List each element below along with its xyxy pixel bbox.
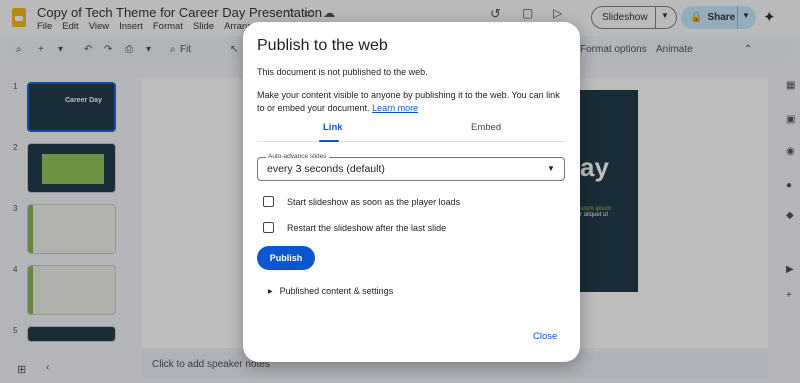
auto-advance-label: Auto-advance slides	[266, 153, 329, 160]
dialog-title: Publish to the web	[257, 37, 388, 54]
auto-advance-select[interactable]: Auto-advance slides every 3 seconds (def…	[257, 153, 565, 181]
learn-more-link[interactable]: Learn more	[372, 103, 418, 113]
tab-link[interactable]: Link	[323, 122, 343, 133]
published-settings-toggle[interactable]: ▶ Published content & settings	[268, 286, 393, 296]
publish-tabs: Link Embed	[257, 118, 565, 142]
start-on-load-checkbox[interactable]	[263, 196, 274, 207]
restart-checkbox[interactable]	[263, 222, 274, 233]
publish-button[interactable]: Publish	[257, 246, 315, 270]
tab-embed[interactable]: Embed	[471, 122, 501, 133]
publish-dialog: Publish to the web This document is not …	[243, 22, 580, 362]
start-on-load-option: Start slideshow as soon as the player lo…	[263, 196, 460, 207]
dropdown-arrow-icon: ▼	[547, 164, 555, 173]
restart-label[interactable]: Restart the slideshow after the last sli…	[287, 223, 446, 233]
dialog-description: Make your content visible to anyone by p…	[257, 89, 567, 114]
active-tab-indicator	[319, 140, 339, 142]
published-settings-label: Published content & settings	[279, 286, 394, 296]
auto-advance-value: every 3 seconds (default)	[267, 163, 385, 175]
expand-triangle-icon: ▶	[268, 288, 273, 295]
close-button[interactable]: Close	[533, 331, 557, 342]
publish-status: This document is not published to the we…	[257, 67, 428, 77]
restart-option: Restart the slideshow after the last sli…	[263, 222, 446, 233]
start-on-load-label[interactable]: Start slideshow as soon as the player lo…	[287, 197, 460, 207]
